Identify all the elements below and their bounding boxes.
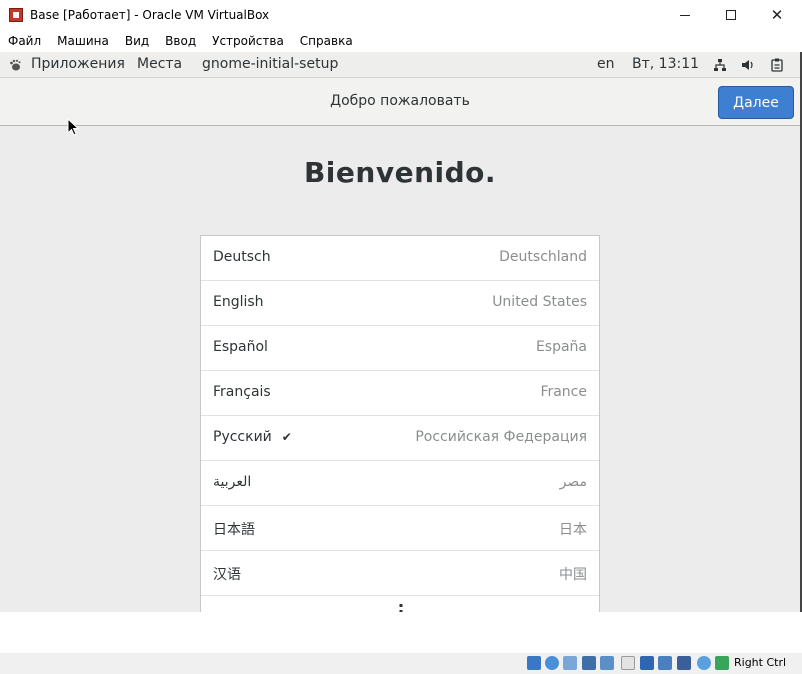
page-title: Добро пожаловать (330, 93, 470, 109)
optical-drive-icon[interactable] (545, 656, 559, 670)
video-capture-icon[interactable] (658, 656, 672, 670)
language-region: France (540, 384, 587, 400)
next-button[interactable]: Далее (718, 86, 794, 119)
language-name: Deutsch (213, 249, 271, 265)
setup-header-bar: Добро пожаловать Далее (0, 78, 800, 126)
keyboard-layout-indicator[interactable]: en (597, 56, 615, 72)
menu-devices[interactable]: Устройства (204, 30, 292, 52)
language-name: Русский (213, 429, 272, 445)
minimize-icon (680, 14, 690, 16)
display-icon[interactable] (640, 656, 654, 670)
places-menu[interactable]: Места (137, 56, 182, 72)
language-row-japanese[interactable]: 日本語 日本 (201, 506, 599, 551)
language-row-english[interactable]: English United States (201, 281, 599, 326)
vm-statusbar: Right Ctrl (0, 653, 802, 674)
language-row-arabic[interactable]: العربية مصر (201, 461, 599, 506)
menu-help[interactable]: Справка (292, 30, 361, 52)
virtualbox-app-icon (9, 8, 23, 22)
mouse-integration-icon[interactable] (697, 656, 711, 670)
language-region: 日本 (559, 522, 587, 538)
language-name: English (213, 294, 264, 310)
language-region: España (535, 339, 587, 355)
gnome-top-bar: Приложения Места gnome-initial-setup en … (0, 52, 800, 78)
audio-icon[interactable] (563, 656, 577, 670)
language-region: مصر (559, 474, 587, 490)
checkmark-icon: ✔ (281, 430, 292, 444)
language-row-deutsch[interactable]: Deutsch Deutschland (201, 236, 599, 281)
language-name: Français (213, 384, 271, 400)
usb-icon[interactable] (600, 656, 614, 670)
language-row-francais[interactable]: Français France (201, 371, 599, 416)
clock[interactable]: Вт, 13:11 (632, 56, 699, 72)
language-region: Российская Федерация (415, 429, 587, 445)
menu-file[interactable]: Файл (0, 30, 49, 52)
menu-view[interactable]: Вид (117, 30, 157, 52)
host-key-label: Right Ctrl (734, 656, 787, 669)
language-name-with-check: Русский ✔ (213, 429, 292, 445)
close-icon: ✕ (770, 6, 784, 24)
welcome-heading: Bienvenido. (303, 156, 497, 189)
more-languages-icon[interactable] (399, 604, 403, 612)
minimize-button[interactable] (662, 0, 708, 30)
language-region: 中国 (559, 567, 587, 583)
language-region: United States (492, 294, 587, 310)
language-name: Español (213, 339, 268, 355)
language-name: 汉语 (213, 567, 241, 583)
window-title: Base [Работает] - Oracle VM VirtualBox (30, 8, 270, 22)
language-list: Deutsch Deutschland English United State… (200, 235, 600, 612)
hard-disk-icon[interactable] (527, 656, 541, 670)
power-icon[interactable] (770, 58, 784, 72)
active-window-menu[interactable]: gnome-initial-setup (202, 56, 338, 72)
language-row-chinese[interactable]: 汉语 中国 (201, 551, 599, 596)
language-row-espanol[interactable]: Español España (201, 326, 599, 371)
network-adapter-icon[interactable] (582, 656, 596, 670)
guest-screen[interactable]: Приложения Места gnome-initial-setup en … (0, 52, 800, 612)
mouse-cursor-icon (67, 118, 80, 136)
language-region: Deutschland (499, 249, 587, 265)
menu-machine[interactable]: Машина (49, 30, 117, 52)
menubar: Файл Машина Вид Ввод Устройства Справка (0, 30, 802, 52)
volume-icon[interactable] (741, 58, 755, 72)
language-name: 日本語 (213, 522, 255, 538)
maximize-button[interactable] (708, 0, 754, 30)
gnome-foot-icon (10, 59, 21, 71)
cpu-icon[interactable] (677, 656, 691, 670)
network-icon[interactable] (713, 58, 727, 72)
close-button[interactable]: ✕ (754, 0, 800, 30)
shared-folders-icon[interactable] (621, 656, 635, 670)
keyboard-capture-icon[interactable] (715, 656, 729, 670)
language-row-russian[interactable]: Русский ✔ Российская Федерация (201, 416, 599, 461)
language-name: العربية (213, 474, 252, 490)
window-titlebar[interactable]: Base [Работает] - Oracle VM VirtualBox ✕ (0, 0, 802, 30)
menu-input[interactable]: Ввод (157, 30, 204, 52)
applications-menu[interactable]: Приложения (31, 56, 125, 72)
maximize-icon (726, 10, 736, 20)
